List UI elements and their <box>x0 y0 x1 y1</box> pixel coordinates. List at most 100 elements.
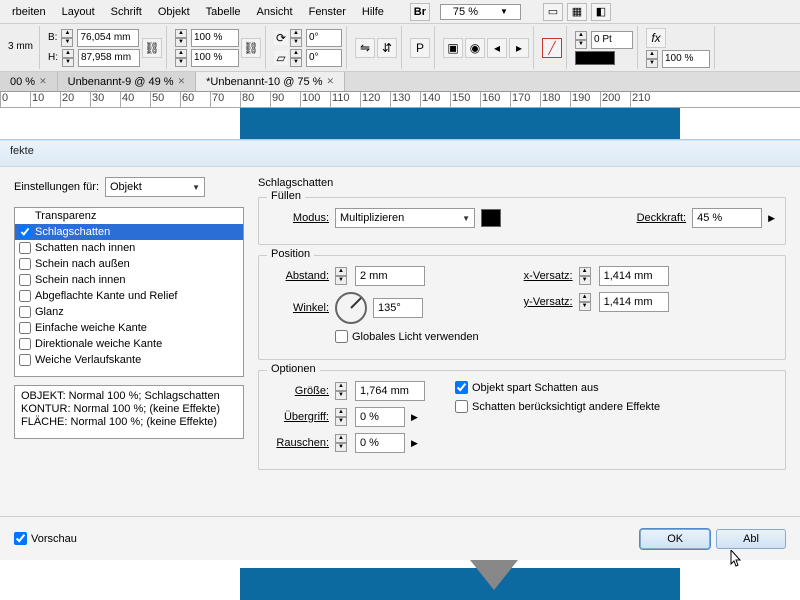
bridge-button[interactable]: Br <box>410 3 430 21</box>
global-light-checkbox[interactable]: Globales Licht verwenden <box>335 330 479 343</box>
menu-edit[interactable]: rbeiten <box>4 6 54 18</box>
knockout-checkbox[interactable]: Objekt spart Schatten aus <box>455 381 599 394</box>
close-icon[interactable]: ✕ <box>327 76 335 87</box>
menu-objekt[interactable]: Objekt <box>150 6 198 18</box>
select-prev-icon[interactable]: ◂ <box>487 38 507 58</box>
effect-row-1[interactable]: Schlagschatten <box>15 224 243 240</box>
stroke-style-swatch[interactable] <box>575 51 615 65</box>
flip-h-icon[interactable]: ⇋ <box>355 38 375 58</box>
size-input[interactable]: 1,764 mm <box>355 381 425 401</box>
effect-row-3[interactable]: Schein nach außen <box>15 256 243 272</box>
menu-fenster[interactable]: Fenster <box>301 6 354 18</box>
workspace-icon[interactable]: ◧ <box>591 3 611 21</box>
select-content-icon[interactable]: ◉ <box>465 38 485 58</box>
x-offset-label: x-Versatz: <box>509 270 573 282</box>
fill-group: Füllen Modus: Multiplizieren▼ Deckkraft:… <box>258 197 786 245</box>
menu-hilfe[interactable]: Hilfe <box>354 6 392 18</box>
opacity-stepper[interactable]: ▲▼ <box>646 50 658 68</box>
selected-frame[interactable] <box>240 108 680 140</box>
spread-stepper[interactable]: ▲▼ <box>335 408 347 426</box>
close-icon[interactable]: ✕ <box>39 76 47 87</box>
distance-stepper[interactable]: ▲▼ <box>335 267 347 285</box>
menu-ansicht[interactable]: Ansicht <box>249 6 301 18</box>
spread-label: Übergriff: <box>269 411 329 423</box>
noise-label: Rauschen: <box>269 437 329 449</box>
arrange-icon[interactable]: ▦ <box>567 3 587 21</box>
noise-stepper[interactable]: ▲▼ <box>335 434 347 452</box>
shear-stepper[interactable]: ▲▼ <box>290 49 302 67</box>
yoffset-stepper[interactable]: ▲▼ <box>579 293 591 311</box>
spread-input[interactable]: 0 % <box>355 407 405 427</box>
canvas-area <box>0 108 800 140</box>
stroke-stepper[interactable]: ▲▼ <box>575 31 587 49</box>
menu-layout[interactable]: Layout <box>54 6 103 18</box>
cancel-button[interactable]: Abl <box>716 529 786 549</box>
settings-for-select[interactable]: Objekt▼ <box>105 177 205 197</box>
size-stepper[interactable]: ▲▼ <box>335 382 347 400</box>
zoom-combo[interactable]: 75 %▼ <box>440 4 521 20</box>
ok-button[interactable]: OK <box>640 529 710 549</box>
height-input[interactable] <box>78 49 140 67</box>
close-icon[interactable]: ✕ <box>178 76 186 87</box>
stroke-weight-input[interactable] <box>591 31 633 49</box>
mode-label: Modus: <box>269 212 329 224</box>
noise-input[interactable]: 0 % <box>355 433 405 453</box>
effects-summary: OBJEKT: Normal 100 %; Schlagschatten KON… <box>14 385 244 439</box>
effect-row-9[interactable]: Weiche Verlaufskante <box>15 352 243 368</box>
fx-icon[interactable]: fx <box>646 28 666 48</box>
opacity-slider-arrow[interactable]: ▶ <box>768 213 775 224</box>
xoffset-stepper[interactable]: ▲▼ <box>579 267 591 285</box>
scalex-stepper[interactable]: ▲▼ <box>175 29 187 47</box>
screen-mode-icon[interactable]: ▭ <box>543 3 563 21</box>
effect-row-4[interactable]: Schein nach innen <box>15 272 243 288</box>
scaley-stepper[interactable]: ▲▼ <box>175 49 187 67</box>
y-offset-input[interactable]: 1,414 mm <box>599 292 669 312</box>
menu-bar: rbeiten Layout Schrift Objekt Tabelle An… <box>0 0 800 24</box>
menu-schrift[interactable]: Schrift <box>103 6 150 18</box>
options-legend: Optionen <box>267 363 320 375</box>
fill-legend: Füllen <box>267 190 305 202</box>
rotate-stepper[interactable]: ▲▼ <box>290 29 302 47</box>
noise-slider-arrow[interactable]: ▶ <box>411 438 418 449</box>
shadow-color-swatch[interactable] <box>481 209 501 227</box>
constrain-scale-icon[interactable]: ⛓ <box>241 38 261 58</box>
effect-row-2[interactable]: Schatten nach innen <box>15 240 243 256</box>
distance-input[interactable]: 2 mm <box>355 266 425 286</box>
flip-v-icon[interactable]: ⇵ <box>377 38 397 58</box>
angle-input[interactable]: 135° <box>373 298 423 318</box>
options-toolbar: 3 mm B: ▲▼ H: ▲▼ ⛓ ▲▼ ▲▼ <box>0 24 800 72</box>
opacity-input[interactable] <box>662 50 710 68</box>
angle-dial[interactable] <box>335 292 367 324</box>
menu-tabelle[interactable]: Tabelle <box>198 6 249 18</box>
preview-checkbox[interactable]: Vorschau <box>14 532 77 545</box>
fill-none-icon[interactable]: ╱ <box>542 38 562 58</box>
blend-mode-select[interactable]: Multiplizieren▼ <box>335 208 475 228</box>
text-wrap-icon[interactable]: P <box>410 38 430 58</box>
scale-x-input[interactable] <box>191 29 239 47</box>
panel-title: Schlagschatten <box>258 177 786 189</box>
effect-row-0[interactable]: Transparenz <box>15 208 243 224</box>
effects-dialog: fekte Einstellungen für: Objekt▼ Transpa… <box>0 140 800 560</box>
select-next-icon[interactable]: ▸ <box>509 38 529 58</box>
doc-tab-3[interactable]: *Unbenannt-10 @ 75 %✕ <box>196 72 345 91</box>
doc-tab-1[interactable]: 00 %✕ <box>0 72 58 91</box>
effect-row-5[interactable]: Abgeflachte Kante und Relief <box>15 288 243 304</box>
distance-label: Abstand: <box>269 270 329 282</box>
width-input[interactable] <box>77 29 139 47</box>
spread-slider-arrow[interactable]: ▶ <box>411 412 418 423</box>
scale-y-input[interactable] <box>191 49 239 67</box>
effect-row-6[interactable]: Glanz <box>15 304 243 320</box>
canvas-area-bottom <box>0 560 800 600</box>
width-stepper[interactable]: ▲▼ <box>61 29 73 47</box>
honors-effects-checkbox[interactable]: Schatten berücksichtigt andere Effekte <box>455 400 660 413</box>
x-offset-input[interactable]: 1,414 mm <box>599 266 669 286</box>
shear-input[interactable] <box>306 49 342 67</box>
select-container-icon[interactable]: ▣ <box>443 38 463 58</box>
constrain-icon[interactable]: ⛓ <box>142 38 162 58</box>
effect-row-7[interactable]: Einfache weiche Kante <box>15 320 243 336</box>
doc-tab-2[interactable]: Unbenannt-9 @ 49 %✕ <box>58 72 197 91</box>
effect-row-8[interactable]: Direktionale weiche Kante <box>15 336 243 352</box>
height-stepper[interactable]: ▲▼ <box>62 49 74 67</box>
rotate-input[interactable] <box>306 29 342 47</box>
shadow-opacity-input[interactable]: 45 % <box>692 208 762 228</box>
